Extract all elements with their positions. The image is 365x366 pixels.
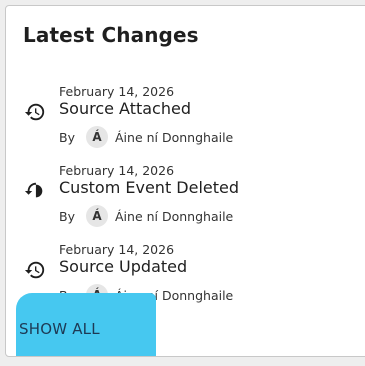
latest-changes-card: Latest Changes February 14, 2026 Source … [5,5,365,357]
change-date: February 14, 2026 [59,84,175,99]
change-date: February 14, 2026 [59,242,175,257]
change-entry: February 14, 2026 Source Attached By Á Á… [6,84,365,154]
by-label: By [59,209,75,224]
change-action[interactable]: Source Updated [59,257,187,276]
show-all-button[interactable]: SHOW ALL [19,320,100,338]
history-icon [24,261,45,279]
change-date: February 14, 2026 [59,163,175,178]
change-action[interactable]: Custom Event Deleted [59,178,239,197]
author-name: Áine ní Donnghaile [115,130,234,145]
author-name: Áine ní Donnghaile [115,209,234,224]
avatar: Á [86,126,108,148]
change-entry: February 14, 2026 Custom Event Deleted B… [6,163,365,233]
history-icon [24,103,45,121]
history-icon [24,182,43,198]
card-title: Latest Changes [23,23,199,47]
avatar: Á [86,205,108,227]
change-action[interactable]: Source Attached [59,99,191,118]
by-label: By [59,130,75,145]
